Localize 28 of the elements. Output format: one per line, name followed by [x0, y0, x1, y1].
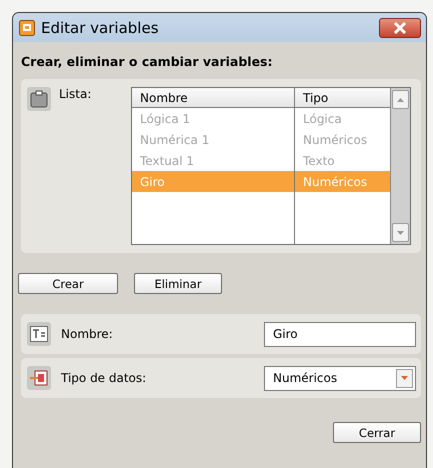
- variable-name: Giro: [132, 171, 295, 192]
- type-label: Tipo de datos:: [61, 371, 148, 385]
- close-button[interactable]: Cerrar: [333, 422, 421, 443]
- column-header[interactable]: Tipo: [295, 88, 390, 107]
- scroll-up-icon[interactable]: [392, 90, 409, 109]
- clipboard-icon: [27, 87, 51, 111]
- list-label: Lista:: [59, 87, 92, 103]
- name-field[interactable]: Giro: [264, 322, 416, 346]
- variable-type: Numéricos: [302, 174, 368, 190]
- window-title: Editar variables: [41, 18, 160, 36]
- close-icon[interactable]: [379, 18, 421, 38]
- section-heading: Crear, eliminar o cambiar variables:: [20, 53, 274, 71]
- action-button[interactable]: Eliminar: [134, 273, 222, 294]
- variable-type: Numéricos: [302, 132, 368, 148]
- text-field-icon: [27, 322, 51, 346]
- data-type-icon: [27, 366, 51, 390]
- type-dropdown[interactable]: Numéricos: [264, 366, 416, 390]
- variable-name: Numérica 1: [132, 129, 295, 150]
- scrollbar[interactable]: [390, 88, 410, 244]
- variable-name: Lógica 1: [132, 108, 295, 129]
- action-button[interactable]: Crear: [18, 273, 118, 294]
- scroll-down-icon[interactable]: [392, 223, 409, 242]
- variable-type: Texto: [302, 152, 336, 170]
- caret-icon[interactable]: [396, 368, 413, 388]
- variable-type: Lógica: [302, 110, 343, 128]
- name-label: Nombre:: [61, 327, 114, 341]
- column-header[interactable]: Nombre: [132, 88, 295, 107]
- app-icon: [19, 20, 35, 36]
